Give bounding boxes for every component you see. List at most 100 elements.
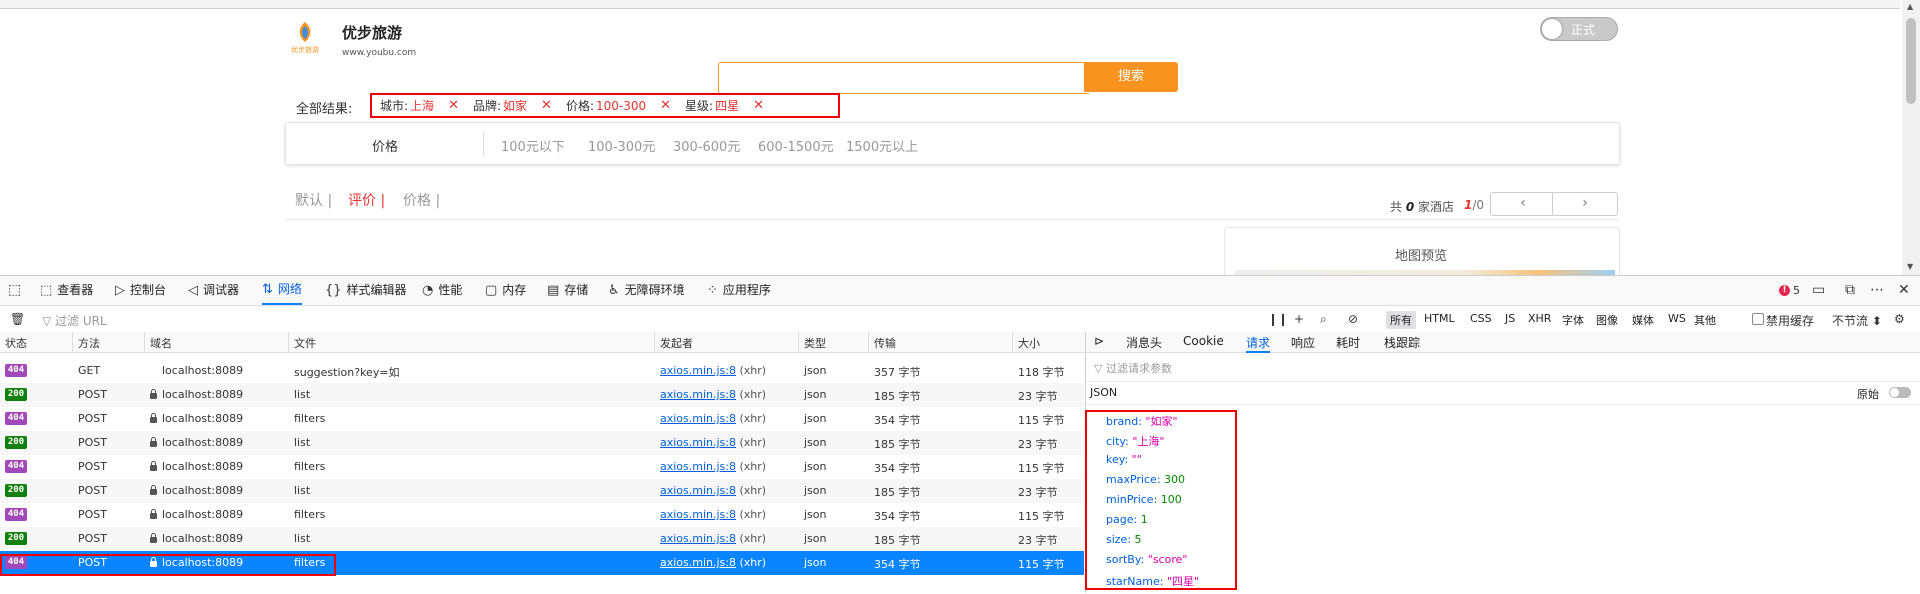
element-picker-icon[interactable]: ⬚ (8, 282, 21, 298)
toggle-sidebar-icon[interactable]: ⊳ (1094, 334, 1104, 348)
price-option[interactable]: 100-300元 (588, 136, 655, 155)
table-row[interactable]: 404 GET localhost:8089 suggestion?key=如 axio… (0, 359, 1084, 383)
devtools-tab[interactable]: ◔ 性能 (422, 276, 462, 305)
column-divider[interactable] (868, 332, 869, 352)
column-header[interactable]: 大小 (1018, 335, 1040, 351)
column-header[interactable]: 状态 (5, 335, 27, 351)
type-filter-button[interactable]: CSS (1470, 312, 1492, 325)
block-icon[interactable]: ⊘ (1348, 312, 1358, 326)
search-input[interactable] (718, 62, 1089, 94)
devtools-tab[interactable]: ⇅ 网络 (262, 276, 302, 305)
scroll-down-icon[interactable]: ▼ (1907, 262, 1913, 271)
param-filter-input[interactable]: ▽ 过滤请求参数 (1094, 360, 1172, 376)
devtools-tab[interactable]: ▤ 存储 (547, 276, 588, 305)
add-icon[interactable]: + (1294, 312, 1304, 326)
price-option[interactable]: 600-1500元 (758, 136, 834, 155)
prev-page-button[interactable]: ‹ (1490, 192, 1556, 216)
chip-value: 如家 (503, 99, 528, 113)
disable-cache-checkbox[interactable] (1752, 313, 1764, 325)
responsive-mode-icon[interactable]: ▭ (1812, 282, 1825, 298)
pause-icon[interactable]: ❙❙ (1268, 312, 1288, 326)
devtools-tab[interactable]: ◁ 调试器 (188, 276, 239, 305)
column-divider[interactable] (1012, 332, 1013, 352)
initiator-cell[interactable]: axios.min.js:8 (xhr) (660, 508, 766, 521)
type-filter-button[interactable]: JS (1505, 312, 1515, 325)
filter-url-input[interactable]: ▽ 过滤 URL (42, 312, 107, 329)
initiator-cell[interactable]: axios.min.js:8 (xhr) (660, 364, 766, 377)
price-option[interactable]: 100元以下 (501, 136, 565, 155)
trash-icon[interactable]: 🗑 (10, 312, 25, 326)
table-row[interactable]: 404 POST localhost:8089 filters axios.min.js… (0, 455, 1084, 479)
column-header[interactable]: 方法 (78, 335, 100, 351)
type-filter-button[interactable]: 媒体 (1632, 312, 1654, 328)
initiator-cell[interactable]: axios.min.js:8 (xhr) (660, 436, 766, 449)
sort-price-tab[interactable]: 价格 | (403, 190, 440, 210)
table-row[interactable]: 200 POST localhost:8089 list axios.min.js:8 … (0, 431, 1084, 455)
search-button[interactable]: 搜索 (1084, 62, 1178, 92)
page-scrollbar[interactable]: ▲ ▼ (1902, 0, 1920, 275)
column-divider[interactable] (72, 332, 73, 352)
initiator-cell[interactable]: axios.min.js:8 (xhr) (660, 484, 766, 497)
column-header[interactable]: 文件 (294, 335, 316, 351)
error-count-badge[interactable]: ! 5 (1779, 284, 1800, 297)
next-page-button[interactable]: › (1552, 192, 1618, 216)
initiator-cell[interactable]: axios.min.js:8 (xhr) (660, 460, 766, 473)
scrollbar-thumb[interactable] (1906, 18, 1916, 104)
table-row[interactable]: 404 POST localhost:8089 filters axios.min.js… (0, 407, 1084, 431)
remove-filter-icon[interactable]: ✕ (448, 98, 459, 113)
devtools-tab[interactable]: ⁘ 应用程序 (707, 276, 771, 305)
column-header[interactable]: 类型 (804, 335, 826, 351)
table-row[interactable]: 200 POST localhost:8089 list axios.min.js:8 … (0, 527, 1084, 551)
price-option[interactable]: 1500元以上 (846, 136, 918, 155)
more-options-icon[interactable]: ⋯ (1870, 282, 1884, 298)
type-filter-button[interactable]: HTML (1424, 312, 1455, 325)
table-row[interactable]: 200 POST localhost:8089 list axios.min.js:8 … (0, 383, 1084, 407)
type-filter-button[interactable]: 字体 (1562, 312, 1584, 328)
devtools-tab[interactable]: ♿ 无障碍环境 (608, 276, 685, 305)
details-tab[interactable]: 响应 (1291, 334, 1315, 351)
settings-gear-icon[interactable]: ⚙ (1894, 312, 1905, 326)
column-header[interactable]: 传输 (874, 335, 896, 351)
devtools-tab[interactable]: ▢ 内存 (485, 276, 526, 305)
type-filter-button[interactable]: WS (1668, 312, 1686, 325)
domain-cell: localhost:8089 (150, 436, 243, 449)
type-filter-button[interactable]: 所有 (1386, 311, 1416, 329)
column-divider[interactable] (288, 332, 289, 352)
scroll-up-icon[interactable]: ▲ (1907, 2, 1913, 11)
type-filter-button[interactable]: 图像 (1596, 312, 1618, 328)
search-icon[interactable]: ⌕ (1320, 312, 1327, 327)
remove-filter-icon[interactable]: ✕ (753, 98, 764, 113)
close-icon[interactable]: ✕ (1898, 282, 1910, 298)
details-tab[interactable]: Cookie (1183, 334, 1224, 348)
type-filter-button[interactable]: XHR (1528, 312, 1551, 325)
table-row[interactable]: 200 POST localhost:8089 list axios.min.js:8 … (0, 479, 1084, 503)
price-option[interactable]: 300-600元 (673, 136, 740, 155)
details-tab[interactable]: 栈跟踪 (1384, 334, 1420, 351)
initiator-cell[interactable]: axios.min.js:8 (xhr) (660, 412, 766, 425)
column-divider[interactable] (654, 332, 655, 352)
sort-rating-tab[interactable]: 评价 | (348, 190, 385, 210)
column-divider[interactable] (144, 332, 145, 352)
details-tab[interactable]: 请求 (1246, 334, 1271, 353)
remove-filter-icon[interactable]: ✕ (660, 98, 671, 113)
devtools-tab[interactable]: ▷ 控制台 (115, 276, 166, 305)
devtools-tab[interactable]: ⬚ 查看器 (40, 276, 93, 305)
env-toggle[interactable]: 正式 (1540, 17, 1618, 41)
details-tab[interactable]: 耗时 (1336, 334, 1360, 351)
initiator-cell[interactable]: axios.min.js:8 (xhr) (660, 556, 766, 569)
remove-filter-icon[interactable]: ✕ (541, 98, 552, 113)
devtools-tab[interactable]: {} 样式编辑器 (325, 276, 407, 305)
dock-icon[interactable]: ⧉ (1845, 282, 1855, 298)
type-filter-button[interactable]: 其他 (1694, 312, 1716, 328)
initiator-cell[interactable]: axios.min.js:8 (xhr) (660, 388, 766, 401)
sort-default-tab[interactable]: 默认 | (295, 190, 332, 210)
map-preview-card[interactable]: 地图预览 (1224, 227, 1620, 275)
details-tab[interactable]: 消息头 (1126, 334, 1162, 351)
column-header[interactable]: 域名 (150, 335, 172, 351)
raw-toggle[interactable] (1889, 387, 1911, 398)
initiator-cell[interactable]: axios.min.js:8 (xhr) (660, 532, 766, 545)
throttle-select[interactable]: 不节流 ⬍ (1832, 312, 1882, 329)
column-header[interactable]: 发起者 (660, 335, 693, 351)
column-divider[interactable] (798, 332, 799, 352)
table-row[interactable]: 404 POST localhost:8089 filters axios.min.js… (0, 503, 1084, 527)
